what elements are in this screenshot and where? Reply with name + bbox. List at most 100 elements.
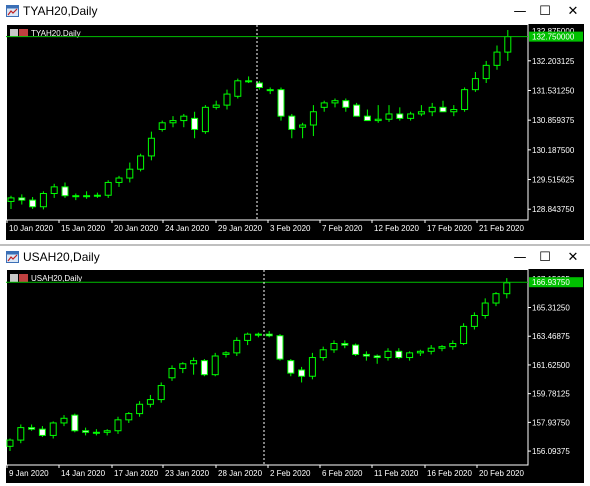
candle (342, 98, 350, 112)
title-bar[interactable]: USAH20,Daily — ☐ ✕ (0, 246, 590, 269)
candle-body-bull (428, 106, 436, 113)
candle-body-bull (49, 422, 57, 436)
candle-body-bear (200, 360, 208, 376)
close-icon: ✕ (567, 249, 579, 265)
candle-body-bull (104, 181, 112, 196)
candle (7, 195, 15, 209)
candle-body-bull (503, 282, 511, 295)
candle (233, 337, 241, 356)
candle-body-bull (460, 325, 468, 345)
x-tick-label: 15 Jan 2020 (61, 224, 106, 233)
candle-body-bull (427, 347, 435, 352)
candle (439, 100, 447, 113)
candle (18, 194, 26, 205)
y-tick-label: 156.09375 (532, 447, 570, 456)
candle (254, 332, 262, 338)
minimize-button[interactable]: — (508, 248, 532, 266)
candle (137, 153, 145, 172)
candle-body-bull (158, 122, 166, 130)
candle-body-bull (180, 115, 188, 122)
x-tick-label: 17 Jan 2020 (114, 469, 159, 478)
candle-body-bear (363, 115, 371, 122)
candle (60, 415, 68, 427)
x-tick-label: 17 Feb 2020 (427, 224, 472, 233)
candle (373, 354, 381, 364)
maximize-button[interactable]: ☐ (533, 248, 557, 266)
close-button[interactable]: ✕ (561, 248, 585, 266)
maximize-icon: ☐ (539, 3, 551, 19)
candle-body-bear (298, 369, 306, 377)
y-tick-label: 161.62500 (532, 361, 570, 370)
candle-body-bull (492, 293, 500, 304)
candle-body-bull (179, 363, 187, 369)
candle-body-bear (28, 427, 36, 430)
candle-body-bear (396, 113, 404, 119)
candle-body-bull (461, 89, 469, 111)
candle (352, 343, 360, 356)
x-tick-label: 3 Feb 2020 (270, 224, 311, 233)
candle-body-bull (385, 113, 393, 120)
candle (136, 401, 144, 417)
x-tick-label: 16 Feb 2020 (427, 469, 472, 478)
candle (362, 351, 370, 361)
candle-body-bull (60, 417, 68, 424)
candle (406, 351, 414, 361)
candle-body-bull (7, 197, 15, 202)
candle (308, 352, 316, 380)
candle (222, 351, 230, 358)
candle (330, 340, 338, 353)
candle-body-bull (245, 80, 253, 83)
candle (438, 345, 446, 352)
candle (38, 426, 46, 437)
close-button[interactable]: ✕ (561, 2, 585, 20)
candle-body-bull (223, 93, 231, 106)
x-tick-label: 12 Feb 2020 (374, 224, 419, 233)
candle-body-bull (308, 357, 316, 377)
candle-body-bear (265, 333, 273, 337)
x-tick-label: 2 Feb 2020 (270, 469, 311, 478)
candle (6, 438, 14, 451)
candle (169, 116, 177, 128)
candle (114, 416, 122, 434)
price-chart[interactable]: USAH20,Daily 165.31250 163.46875 161.62500 1… (6, 269, 584, 483)
x-tick-label: 20 Jan 2020 (114, 224, 159, 233)
candle-body-bear (38, 428, 46, 436)
candle (504, 30, 512, 61)
candle (50, 183, 58, 198)
candle (92, 429, 100, 436)
candle (471, 71, 479, 92)
candle-body-bull (320, 102, 328, 108)
candle (211, 352, 219, 377)
candle-body-bull (244, 333, 252, 341)
candle (450, 105, 458, 117)
candle (470, 312, 478, 330)
candle-body-bear (29, 199, 37, 208)
candle (179, 362, 187, 374)
candle-body-bull (266, 89, 274, 92)
candle (223, 89, 231, 110)
candle-body-bull (114, 419, 122, 432)
chart-window-icon (6, 5, 19, 17)
candle (157, 382, 165, 403)
candle (319, 346, 327, 361)
candle (190, 357, 198, 375)
candle (17, 424, 25, 444)
candle (104, 180, 112, 198)
candle (481, 298, 489, 319)
price-chart[interactable]: TYAH20,Daily 132.203125 131.531250 130.8593… (6, 24, 584, 240)
candle-body-bull (201, 106, 209, 133)
symbol-icon (10, 274, 28, 282)
candle-body-bull (212, 104, 220, 108)
candle (407, 111, 415, 121)
maximize-button[interactable]: ☐ (533, 2, 557, 20)
title-bar[interactable]: TYAH20,Daily — ☐ ✕ (0, 0, 590, 23)
candle-body-bear (342, 100, 350, 108)
candle-body-bear (288, 115, 296, 130)
minimize-button[interactable]: — (508, 2, 532, 20)
candle (28, 424, 36, 431)
window-title: USAH20,Daily (23, 250, 100, 264)
candle-body-bull (147, 137, 155, 157)
candle-body-bear (341, 343, 349, 346)
candle-body-bull (482, 64, 490, 80)
candle-body-bear (82, 430, 90, 433)
